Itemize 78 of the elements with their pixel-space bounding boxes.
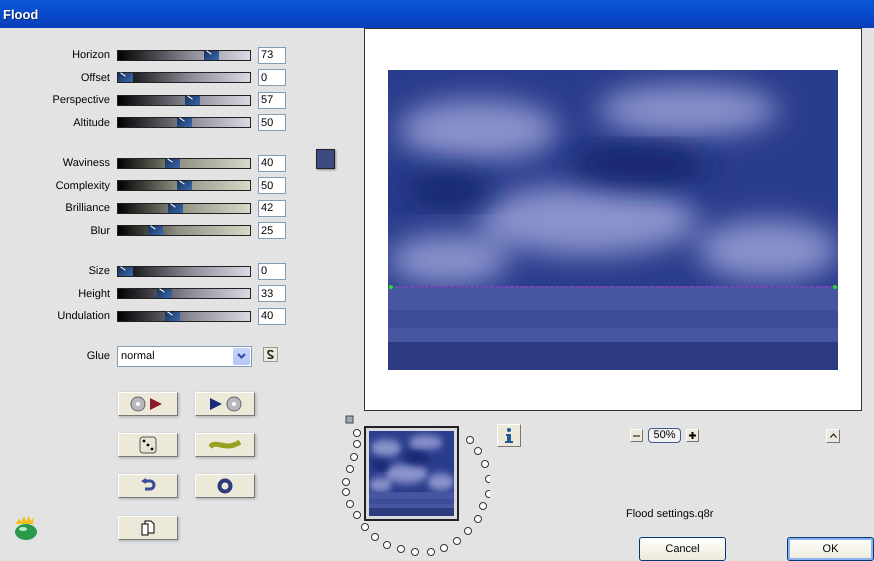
dice-icon: [139, 436, 157, 454]
slider-thumb[interactable]: [156, 289, 172, 298]
reset-button[interactable]: [195, 474, 255, 498]
glue-dropdown[interactable]: normal: [117, 346, 252, 366]
copy-icon: [141, 520, 155, 536]
slider-thumb[interactable]: [165, 312, 180, 321]
zoom-out-button[interactable]: [630, 429, 643, 442]
slider-track[interactable]: [117, 94, 251, 106]
slider-track[interactable]: [117, 266, 251, 277]
color-swatch[interactable]: [316, 149, 335, 169]
collapse-button[interactable]: [826, 428, 840, 442]
handle-icon[interactable]: [346, 416, 354, 424]
value-field[interactable]: 0: [258, 262, 286, 280]
s-curve-button[interactable]: [263, 346, 278, 362]
wave-icon: [209, 438, 241, 452]
cancel-button[interactable]: Cancel: [639, 537, 726, 561]
zoom-in-button[interactable]: [686, 429, 699, 442]
save-preset-button[interactable]: [195, 392, 255, 416]
info-button[interactable]: [497, 424, 521, 447]
slider-track[interactable]: [117, 72, 251, 84]
slider-track[interactable]: [117, 202, 251, 214]
slider-label: Horizon: [71, 48, 110, 63]
slider-label: Brilliance: [64, 201, 110, 216]
value-field[interactable]: 40: [258, 154, 286, 172]
minus-icon: [633, 434, 640, 436]
slider-thumb[interactable]: [148, 226, 162, 236]
ok-button[interactable]: OK: [787, 537, 874, 561]
copy-button[interactable]: [118, 516, 178, 540]
value-field[interactable]: 73: [258, 46, 286, 64]
flame-egg-logo-icon: [12, 514, 40, 540]
slider-track[interactable]: [117, 117, 251, 128]
horizon-line[interactable]: [388, 284, 838, 290]
caret-icon: [830, 433, 836, 438]
slider-thumb[interactable]: [177, 181, 192, 190]
slider-thumb[interactable]: [118, 73, 133, 82]
slider-label: Offset: [80, 70, 110, 86]
value-field[interactable]: 40: [258, 308, 286, 325]
slider-thumb[interactable]: [204, 50, 220, 60]
slider-thumb[interactable]: [118, 266, 133, 276]
value-field[interactable]: 50: [258, 114, 286, 132]
glue-label: Glue: [86, 348, 110, 364]
slider-thumb[interactable]: [168, 204, 183, 213]
slider-label: Size: [88, 264, 110, 279]
slider-track[interactable]: [117, 225, 251, 236]
slider-track[interactable]: [117, 50, 251, 61]
slider-label: Undulation: [56, 309, 110, 324]
arrow-disc-icon: [207, 396, 243, 412]
window-title: Flood: [3, 7, 38, 22]
value-field[interactable]: 25: [258, 222, 286, 240]
value-field[interactable]: 0: [258, 69, 286, 86]
undo-button[interactable]: [118, 474, 178, 498]
settings-file-name: Flood settings.q8r: [626, 507, 714, 520]
slider-label: Altitude: [72, 116, 110, 130]
slider-label: Complexity: [54, 178, 110, 194]
undo-icon: [140, 478, 156, 494]
value-field[interactable]: 33: [258, 285, 286, 302]
value-field[interactable]: 57: [258, 92, 286, 109]
ring-icon: [217, 478, 233, 494]
slider-thumb[interactable]: [165, 158, 180, 168]
slider-label: Waviness: [62, 156, 110, 171]
random-button[interactable]: [118, 432, 178, 456]
value-field[interactable]: 42: [258, 200, 286, 217]
s-curve-icon: [266, 350, 275, 358]
info-icon: [505, 428, 513, 443]
wave-button[interactable]: [195, 432, 255, 456]
slider-label: Height: [77, 286, 110, 302]
slider-track[interactable]: [117, 180, 251, 192]
zoom-field[interactable]: 50%: [648, 428, 681, 443]
slider-label: Blur: [89, 224, 110, 238]
slider-track[interactable]: [117, 288, 251, 300]
slider-label: Perspective: [52, 93, 110, 108]
slider-track[interactable]: [117, 310, 251, 322]
value-field[interactable]: 50: [258, 177, 286, 194]
plus-icon: [689, 432, 696, 439]
slider-thumb[interactable]: [185, 96, 200, 105]
slider-track[interactable]: [117, 158, 251, 169]
slider-thumb[interactable]: [177, 118, 192, 128]
load-preset-button[interactable]: [118, 392, 178, 416]
